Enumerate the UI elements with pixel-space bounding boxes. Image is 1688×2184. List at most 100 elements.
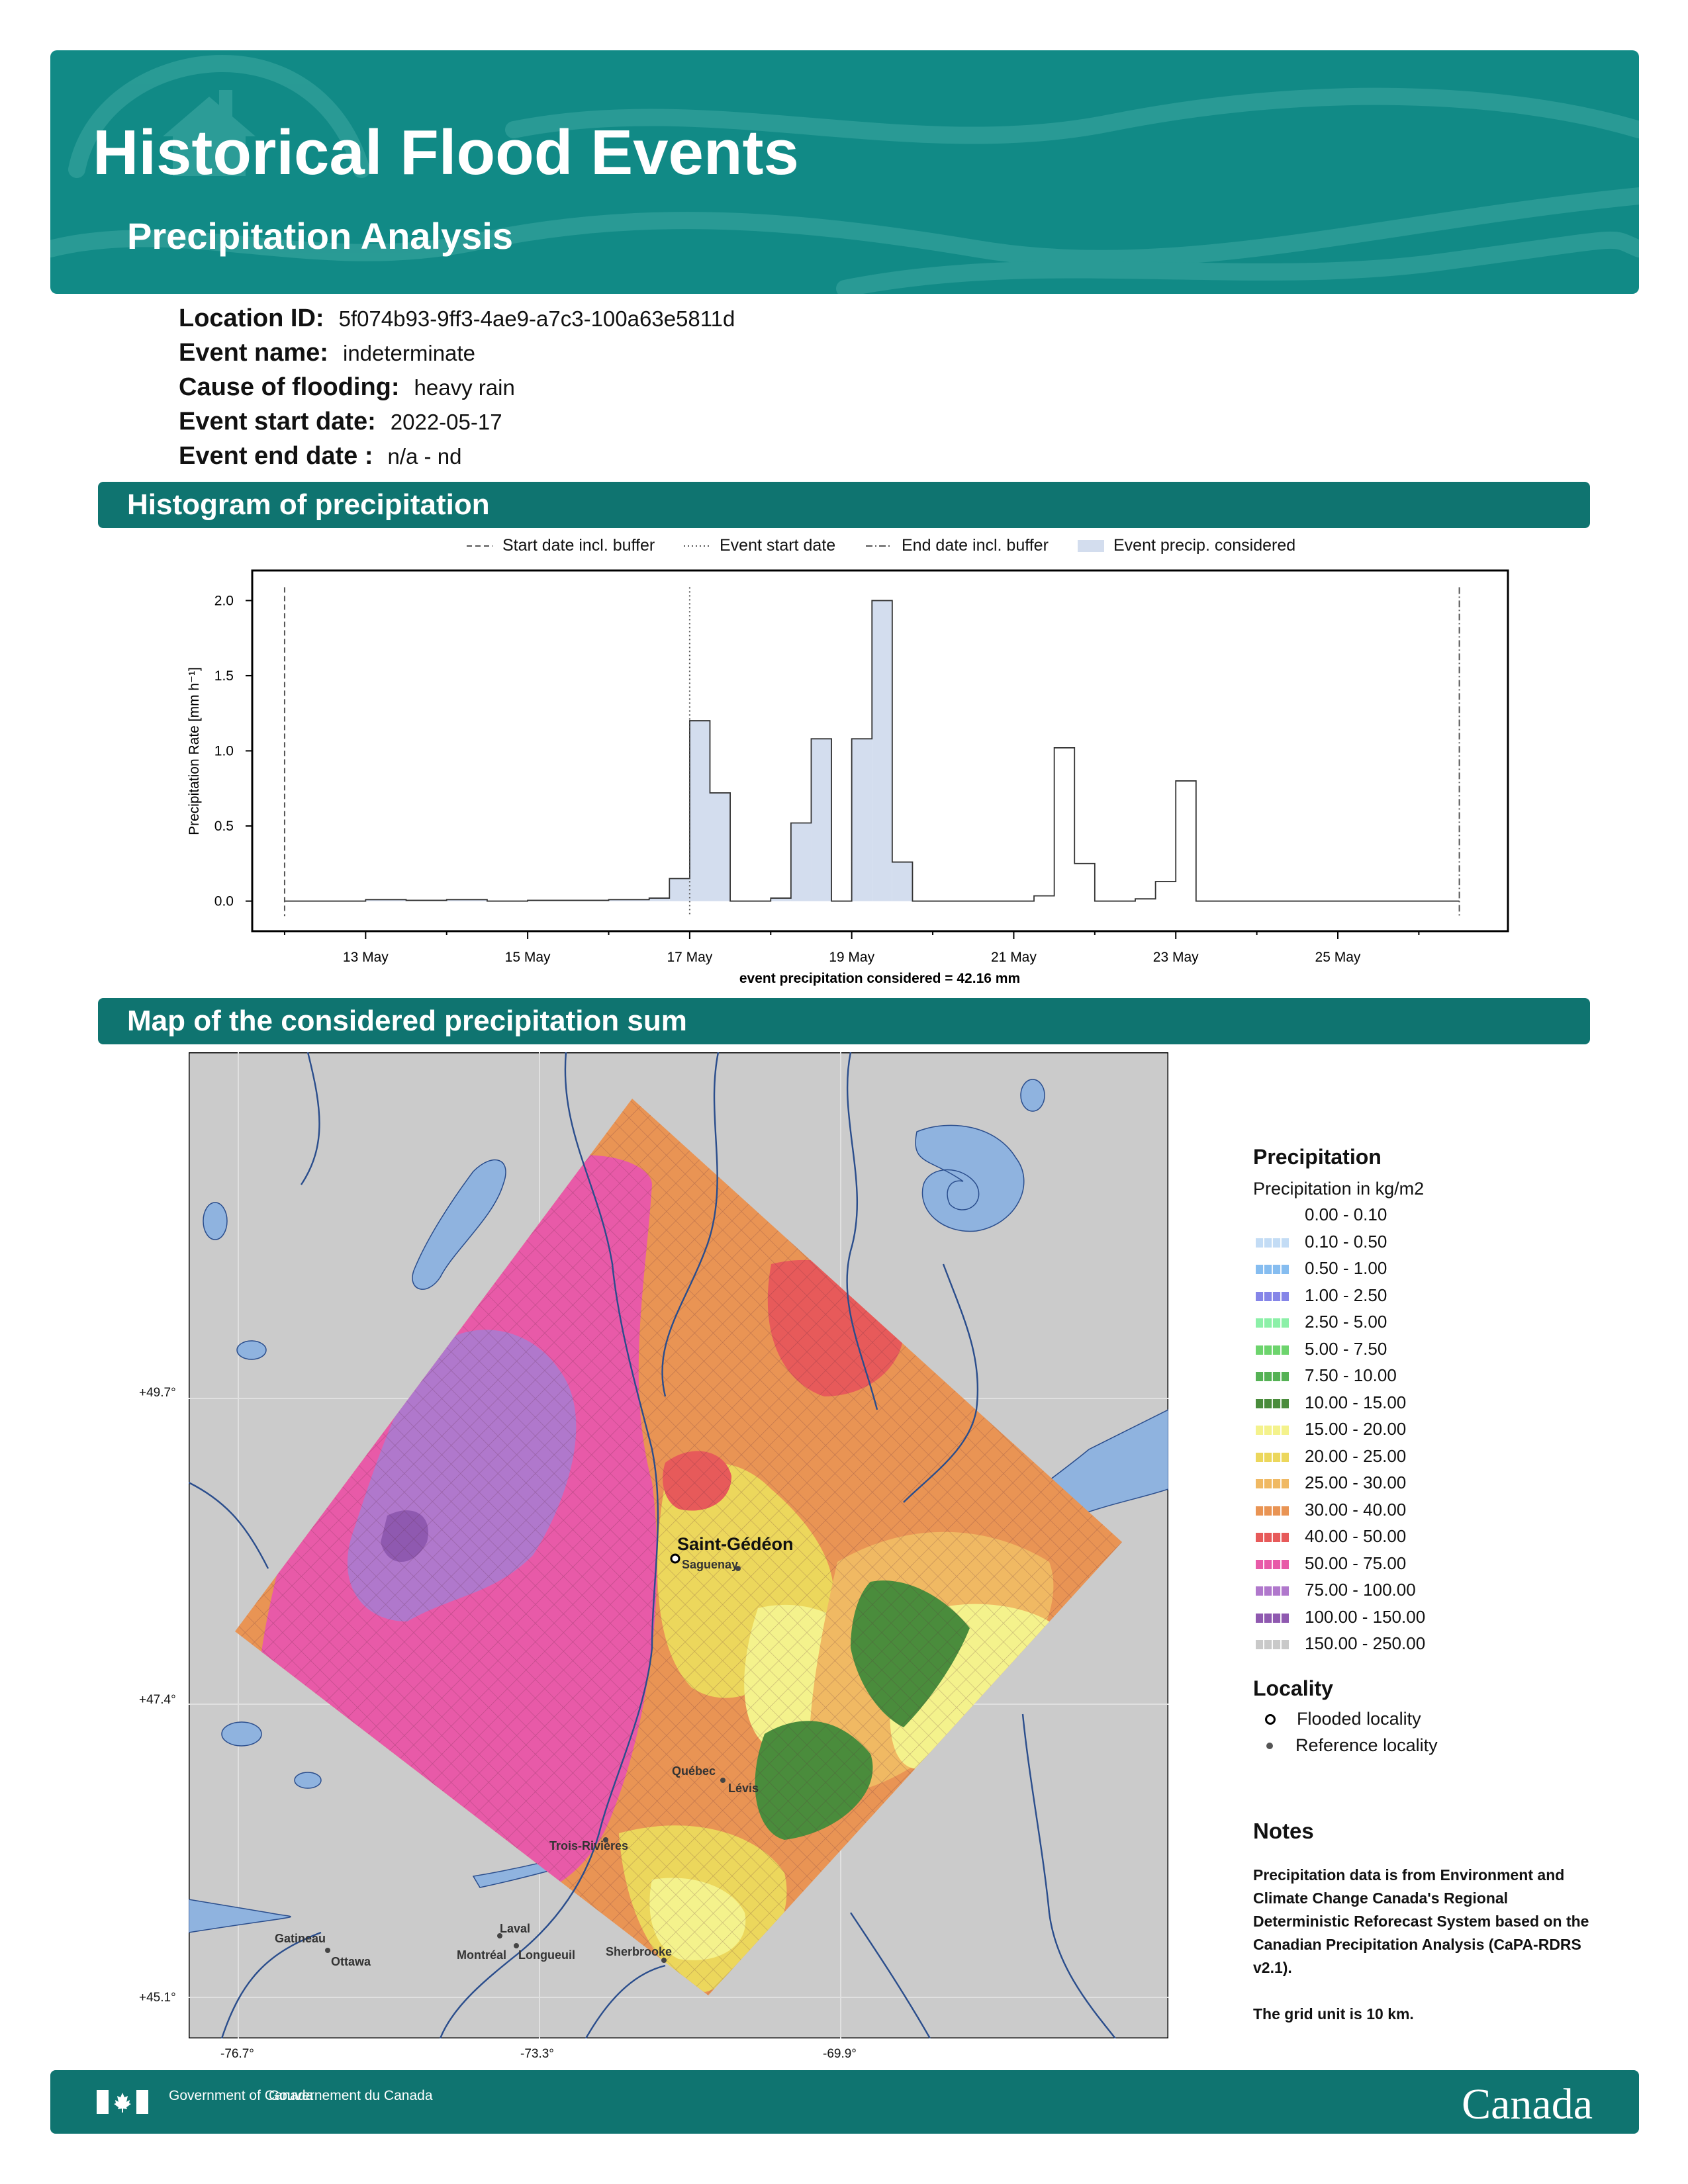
- lat-label: +49.7°: [139, 1386, 176, 1400]
- x-tick-label: 15 May: [505, 950, 551, 965]
- legend-swatch: [1256, 1640, 1289, 1650]
- legend-bin: 40.00 - 50.00: [1253, 1526, 1597, 1553]
- legend-reference: Reference locality: [1253, 1735, 1597, 1762]
- legend-swatch: [1256, 1479, 1289, 1489]
- legend-bin-label: 150.00 - 250.00: [1305, 1633, 1426, 1653]
- event-bar: [689, 721, 710, 901]
- legend-bin: 0.00 - 0.10: [1253, 1205, 1597, 1232]
- legend-bin-label: 2.50 - 5.00: [1305, 1312, 1387, 1332]
- legend-bin-label: 1.00 - 2.50: [1305, 1285, 1387, 1305]
- gov-fr: Gouvernement du Canada: [269, 2088, 433, 2103]
- legend-bin-label: 10.00 - 15.00: [1305, 1392, 1407, 1412]
- legend-swatch: [1256, 1586, 1289, 1596]
- legend-bin-label: 75.00 - 100.00: [1305, 1580, 1416, 1600]
- legend-swatch: [1256, 1452, 1289, 1462]
- legend-bin: 20.00 - 25.00: [1253, 1446, 1597, 1473]
- city-marker: [603, 1837, 608, 1843]
- notes-text: Precipitation data is from Environment a…: [1253, 1866, 1589, 1976]
- legend-swatch: [1256, 1559, 1289, 1569]
- legend-bin: 5.00 - 7.50: [1253, 1339, 1597, 1366]
- notes-grid-unit: The grid unit is 10 km.: [1253, 2005, 1414, 2023]
- saint-gedeon-marker: [670, 1553, 680, 1564]
- legend-bin: 75.00 - 100.00: [1253, 1580, 1597, 1607]
- canada-flag-icon: [97, 2090, 148, 2114]
- legend-bin-label: 0.00 - 0.10: [1305, 1205, 1387, 1224]
- precipitation-map: Saint-Gédéon Saguenay Québec Lévis Trois…: [187, 1051, 1170, 2040]
- lon-label: -76.7°: [220, 2047, 254, 2061]
- legend-bin: 150.00 - 250.00: [1253, 1633, 1597, 1661]
- city-label: Lévis: [728, 1782, 759, 1795]
- legend-bin: 15.00 - 20.00: [1253, 1419, 1597, 1446]
- legend-swatch: [1256, 1426, 1289, 1435]
- y-axis-label: Precipitation Rate [mm h⁻¹]: [187, 667, 202, 835]
- legend-bin-label: 15.00 - 20.00: [1305, 1419, 1407, 1439]
- y-tick-label: 2.0: [214, 593, 234, 608]
- footer: Government of Canada Gouvernement du Can…: [50, 2070, 1639, 2134]
- legend-bin-label: 25.00 - 30.00: [1305, 1473, 1407, 1492]
- legend-bin-label: 30.00 - 40.00: [1305, 1499, 1407, 1520]
- event-bar: [872, 600, 892, 901]
- y-tick-label: 1.5: [214, 668, 234, 684]
- legend-title: Precipitation: [1253, 1145, 1382, 1169]
- canada-wordmark: Canada: [1462, 2080, 1593, 2128]
- legend-bin: 50.00 - 75.00: [1253, 1553, 1597, 1580]
- locality-title: Locality: [1253, 1676, 1333, 1700]
- legend-bin: 10.00 - 15.00: [1253, 1392, 1597, 1420]
- map-canvas: Saint-Gédéon Saguenay Québec Lévis Trois…: [187, 1051, 1170, 2040]
- legend-swatch: [1256, 1238, 1289, 1248]
- legend-swatch: [1256, 1533, 1289, 1543]
- notes-title: Notes: [1253, 1819, 1314, 1843]
- city-label: Trois-Rivières: [549, 1839, 628, 1852]
- legend-bin-label: 5.00 - 7.50: [1305, 1338, 1387, 1359]
- x-axis-label: event precipitation considered = 42.16 m…: [739, 971, 1020, 986]
- event-bar: [892, 862, 913, 901]
- legend-swatch: [1256, 1613, 1289, 1623]
- legend-bins: 0.00 - 0.10 0.10 - 0.50 0.50 - 1.00 1.00 - …: [1253, 1205, 1597, 1661]
- lon-label: -73.3°: [520, 2047, 554, 2061]
- lat-label: +47.4°: [139, 1693, 176, 1707]
- city-marker: [720, 1778, 726, 1783]
- reference-marker-icon: [1266, 1743, 1273, 1750]
- flooded-city-label: Saint-Gédéon: [677, 1534, 794, 1554]
- city-label: Saguenay: [682, 1558, 738, 1571]
- legend-swatch: [1256, 1265, 1289, 1275]
- legend-bin-label: 0.50 - 1.00: [1305, 1258, 1387, 1278]
- map-legend: Precipitation Precipitation in kg/m2 0.0…: [1253, 1145, 1597, 1762]
- legend-subtitle: Precipitation in kg/m2: [1253, 1179, 1425, 1199]
- map-section-header: Map of the considered precipitation sum: [98, 998, 1590, 1044]
- legend-bin-label: 7.50 - 10.00: [1305, 1365, 1397, 1385]
- legend-bin: 100.00 - 150.00: [1253, 1607, 1597, 1634]
- legend-swatch: [1256, 1291, 1289, 1301]
- legend-swatch: [1256, 1372, 1289, 1382]
- x-tick-label: 17 May: [667, 950, 712, 965]
- y-tick-label: 0.5: [214, 819, 234, 834]
- x-tick-label: 23 May: [1153, 950, 1199, 965]
- city-marker: [514, 1943, 519, 1948]
- event-bar: [811, 739, 832, 901]
- y-tick-label: 0.0: [214, 894, 234, 909]
- city-label: Sherbrooke: [606, 1945, 672, 1958]
- city-marker: [661, 1958, 667, 1963]
- city-marker: [735, 1566, 741, 1571]
- event-bar: [851, 739, 872, 901]
- legend-flooded: Flooded locality: [1253, 1709, 1597, 1735]
- legend-swatch: [1256, 1398, 1289, 1408]
- x-tick-label: 13 May: [343, 950, 389, 965]
- city-marker: [497, 1933, 502, 1938]
- legend-flooded-label: Flooded locality: [1297, 1708, 1421, 1729]
- lon-label: -69.9°: [823, 2047, 857, 2061]
- legend-reference-label: Reference locality: [1295, 1735, 1438, 1755]
- event-bar: [669, 878, 690, 901]
- legend-bin: 25.00 - 30.00: [1253, 1473, 1597, 1500]
- lat-label: +45.1°: [139, 1991, 176, 2005]
- legend-bin: 7.50 - 10.00: [1253, 1365, 1597, 1392]
- legend-swatch: [1256, 1211, 1289, 1221]
- legend-bin: 0.50 - 1.00: [1253, 1258, 1597, 1285]
- y-tick-label: 1.0: [214, 744, 234, 759]
- city-label: Montréal: [457, 1948, 506, 1962]
- legend-bin-label: 100.00 - 150.00: [1305, 1606, 1426, 1627]
- city-marker: [325, 1948, 330, 1953]
- legend-bin-label: 0.10 - 0.50: [1305, 1231, 1387, 1251]
- notes-body: Precipitation data is from Environment a…: [1253, 1864, 1597, 2026]
- city-label: Québec: [672, 1764, 716, 1778]
